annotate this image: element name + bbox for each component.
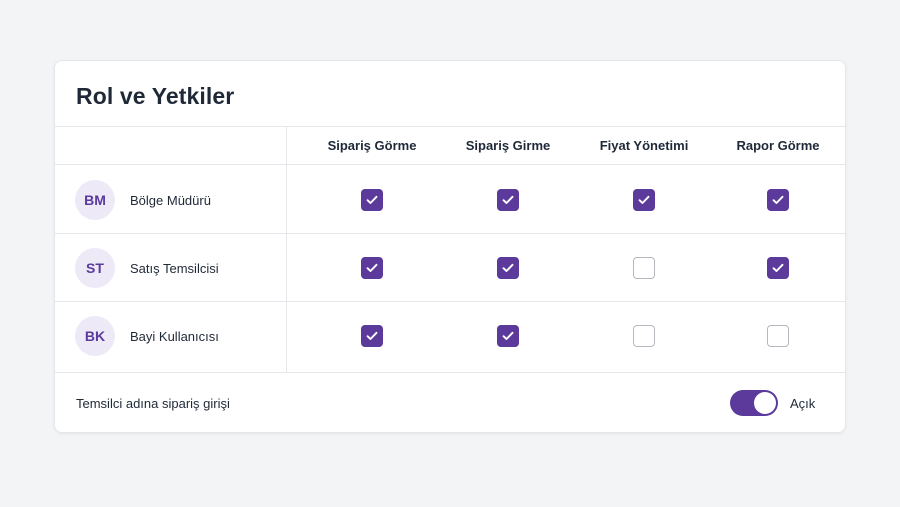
avatar: BM xyxy=(75,180,115,220)
column-header-order-entry: Sipariş Girme xyxy=(465,137,551,153)
check-icon xyxy=(502,331,514,340)
check-icon xyxy=(502,195,514,204)
permission-checkbox[interactable] xyxy=(633,325,655,347)
column-header-price-management: Fiyat Yönetimi xyxy=(599,137,689,153)
check-icon xyxy=(502,263,514,272)
proxy-order-entry-toggle[interactable] xyxy=(730,390,778,416)
permission-checkbox[interactable] xyxy=(497,189,519,211)
role-row: BM Bölge Müdürü xyxy=(55,165,845,233)
column-header-report-view: Rapor Görme xyxy=(736,137,820,153)
check-icon xyxy=(366,263,378,272)
role-name: Bölge Müdürü xyxy=(130,192,211,208)
check-icon xyxy=(366,331,378,340)
card-title: Rol ve Yetkiler xyxy=(76,83,235,109)
role-row: BK Bayi Kullanıcısı xyxy=(55,301,845,369)
permission-checkbox[interactable] xyxy=(633,257,655,279)
toggle-knob xyxy=(754,392,776,414)
permission-checkbox[interactable] xyxy=(767,189,789,211)
column-header-order-view: Sipariş Görme xyxy=(327,137,417,153)
role-row: ST Satış Temsilcisi xyxy=(55,233,845,301)
avatar: BK xyxy=(75,316,115,356)
proxy-order-entry-label: Temsilci adına sipariş girişi xyxy=(76,396,230,411)
role-name: Bayi Kullanıcısı xyxy=(130,328,219,344)
avatar: ST xyxy=(75,248,115,288)
permission-checkbox[interactable] xyxy=(767,325,789,347)
permission-checkbox[interactable] xyxy=(767,257,789,279)
permission-checkbox[interactable] xyxy=(497,257,519,279)
toggle-state-label: Açık xyxy=(790,395,816,411)
check-icon xyxy=(638,195,650,204)
check-icon xyxy=(366,195,378,204)
roles-permissions-card: Rol ve Yetkiler Sipariş Görme Sipariş Gi… xyxy=(54,60,846,433)
check-icon xyxy=(772,195,784,204)
check-icon xyxy=(772,263,784,272)
permission-checkbox[interactable] xyxy=(361,325,383,347)
role-name: Satış Temsilcisi xyxy=(130,260,219,276)
permission-checkbox[interactable] xyxy=(497,325,519,347)
permission-checkbox[interactable] xyxy=(361,189,383,211)
permission-checkbox[interactable] xyxy=(361,257,383,279)
permission-checkbox[interactable] xyxy=(633,189,655,211)
